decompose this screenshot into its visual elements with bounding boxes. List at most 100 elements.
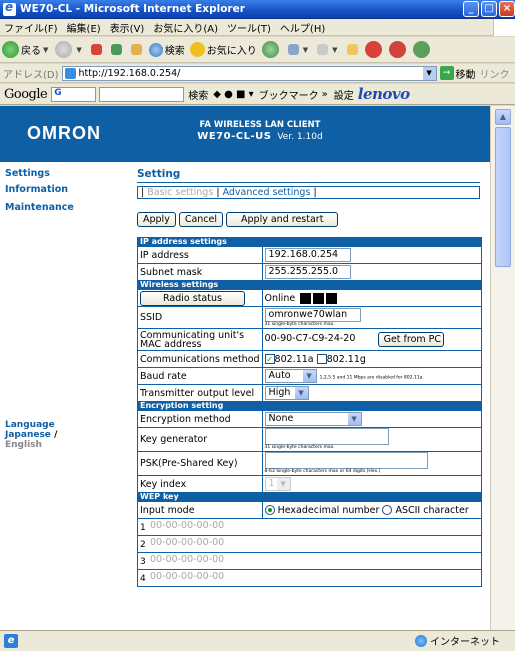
go-arrow-icon: → (439, 66, 454, 80)
menu-view[interactable]: 表示(V) (110, 20, 145, 35)
row-psk: PSK(Pre-Shared Key) 8-63 Single-byte cha… (137, 451, 483, 476)
bookmarks-button[interactable]: ブックマーク (259, 87, 319, 102)
google-menu[interactable]: G (51, 86, 97, 102)
go-button[interactable]: → 移動 (439, 66, 476, 81)
vertical-scrollbar[interactable]: ▲ (490, 106, 515, 630)
input-mode-label: Input mode (137, 501, 263, 519)
page-status-icon: e (4, 634, 18, 648)
links-label[interactable]: リンク (480, 66, 510, 81)
firmware-version: Ver. 1.10d (277, 132, 323, 142)
row-communications-method: Communications method ✓ 802.11a 802.11g (137, 350, 483, 368)
mail-button[interactable]: ▼ (286, 44, 310, 55)
chevron-down-icon: ▼ (302, 370, 316, 382)
tab-advanced-settings[interactable]: Advanced settings (223, 187, 311, 198)
windows-logo-icon (493, 19, 515, 36)
home-button[interactable] (129, 44, 144, 55)
minimize-button[interactable]: _ (463, 1, 479, 17)
key-index-select[interactable]: 1 ▼ (264, 477, 291, 491)
psk-note: 8-63 Single-byte characters max or 64 di… (264, 469, 381, 474)
ie-icon (3, 0, 16, 16)
google-settings-button[interactable]: 設定 (334, 87, 354, 102)
search-button[interactable]: 検索 (148, 42, 185, 57)
baud-rate-select[interactable]: Auto ▼ (264, 369, 317, 383)
menu-edit[interactable]: 編集(E) (67, 20, 101, 35)
row-radio-status: Radio status Online (137, 289, 483, 307)
model-number: WE70-CL-US (197, 131, 272, 142)
address-dropdown-icon[interactable]: ▼ (422, 66, 436, 80)
wep-key-3-input[interactable]: 00-00-00-00-00 (147, 554, 256, 568)
google-tools-icons[interactable]: ◆ ● ■ ▾ (213, 89, 253, 100)
folder-button[interactable] (345, 44, 360, 55)
encryption-method-select[interactable]: None ▼ (264, 412, 362, 426)
ip-address-input[interactable]: 192.168.0.254 (264, 248, 351, 262)
address-input[interactable]: http://192.168.0.254/ ▼ (61, 65, 437, 81)
menu-help[interactable]: ヘルプ(H) (280, 20, 325, 35)
tab-basic-settings[interactable]: Basic settings (147, 187, 213, 198)
messenger-button[interactable] (364, 41, 384, 58)
sidebar: Settings Information Maintenance Languag… (0, 162, 130, 630)
chevron-down-icon: ▼ (276, 478, 290, 490)
menu-favorites[interactable]: お気に入り(A) (153, 20, 218, 35)
get-from-pc-button[interactable]: Get from PC (377, 332, 444, 347)
scroll-thumb[interactable] (495, 127, 511, 267)
back-label: 戻る (21, 46, 41, 57)
communications-method-label: Communications method (137, 350, 263, 368)
ssid-input[interactable]: omronwe70wlan (264, 308, 361, 322)
key-generator-note: 31 single-byte characters max. (264, 445, 335, 450)
ssid-label: SSID (137, 306, 263, 329)
transmitter-output-label: Transmitter output level (137, 384, 263, 402)
wep-key-1-input[interactable]: 00-00-00-00-00 (147, 520, 256, 534)
history-button[interactable] (261, 41, 281, 58)
research-button[interactable] (388, 41, 408, 58)
refresh-button[interactable] (109, 44, 124, 55)
close-button[interactable]: × (499, 1, 515, 17)
back-button[interactable]: 戻る ▼ (2, 41, 50, 58)
checkbox-802-11g[interactable] (316, 354, 327, 364)
mac-address-input[interactable]: 00-90-C7-C9-24-20 (264, 332, 375, 347)
google-search-button[interactable]: 検索 (188, 87, 208, 102)
language-selector: Language Japanese / English (5, 420, 57, 450)
sidebar-item-information[interactable]: Information (5, 184, 68, 195)
more-chevron-icon[interactable]: » (322, 89, 328, 100)
subnet-mask-input[interactable]: 255.255.255.0 (264, 265, 351, 279)
radio-status-button[interactable]: Radio status (140, 290, 245, 306)
key-generator-label: Key generator (137, 427, 263, 452)
language-japanese-link[interactable]: Japanese (5, 430, 51, 440)
section-ip-address: IP address settings (137, 237, 482, 247)
print-button[interactable]: ▼ (315, 44, 339, 55)
sidebar-item-maintenance[interactable]: Maintenance (5, 202, 74, 213)
wep-key-2-input[interactable]: 00-00-00-00-00 (147, 537, 256, 551)
maximize-button[interactable]: □ (481, 1, 497, 17)
checkbox-802-11a[interactable]: ✓ (264, 354, 275, 364)
transmitter-output-select[interactable]: High ▼ (264, 386, 309, 400)
cancel-button[interactable]: Cancel (178, 212, 224, 227)
security-zone[interactable]: インターネット (415, 633, 500, 648)
google-logo: Google (4, 86, 48, 102)
subnet-mask-label: Subnet mask (137, 263, 263, 281)
menu-file[interactable]: ファイル(F) (4, 20, 58, 35)
google-search-input[interactable] (99, 86, 185, 102)
row-wep-key-3: 3 00-00-00-00-00 (137, 552, 482, 570)
key-generator-input[interactable] (264, 428, 389, 445)
apply-button[interactable]: Apply (137, 212, 176, 227)
forward-button[interactable]: ▼ (55, 41, 83, 58)
users-button[interactable] (412, 41, 432, 58)
sidebar-item-settings[interactable]: Settings (5, 168, 50, 179)
row-baud-rate: Baud rate Auto ▼ 1,2,5.5 and 11 Mbps are … (137, 367, 483, 385)
apply-and-restart-button[interactable]: Apply and restart (226, 212, 339, 227)
globe-icon (415, 634, 427, 647)
window-title-bar[interactable]: WE70-CL - Microsoft Internet Explorer _ … (0, 0, 515, 19)
scroll-up-icon[interactable]: ▲ (495, 109, 511, 125)
favorites-button[interactable]: お気に入り (189, 42, 257, 57)
window-title: WE70-CL - Microsoft Internet Explorer (20, 3, 245, 15)
menu-tools[interactable]: ツール(T) (227, 20, 271, 35)
star-icon (189, 42, 205, 57)
settings-table: IP address settings IP address 192.168.0… (137, 237, 483, 587)
mail-icon (287, 44, 299, 55)
wep-key-4-input[interactable]: 00-00-00-00-00 (147, 571, 256, 585)
psk-input[interactable] (264, 452, 428, 469)
settings-tabs: | Basic settings | Advanced settings | (137, 186, 480, 199)
radio-hexadecimal[interactable] (264, 505, 275, 515)
stop-button[interactable] (89, 44, 104, 55)
radio-ascii[interactable] (382, 505, 393, 515)
